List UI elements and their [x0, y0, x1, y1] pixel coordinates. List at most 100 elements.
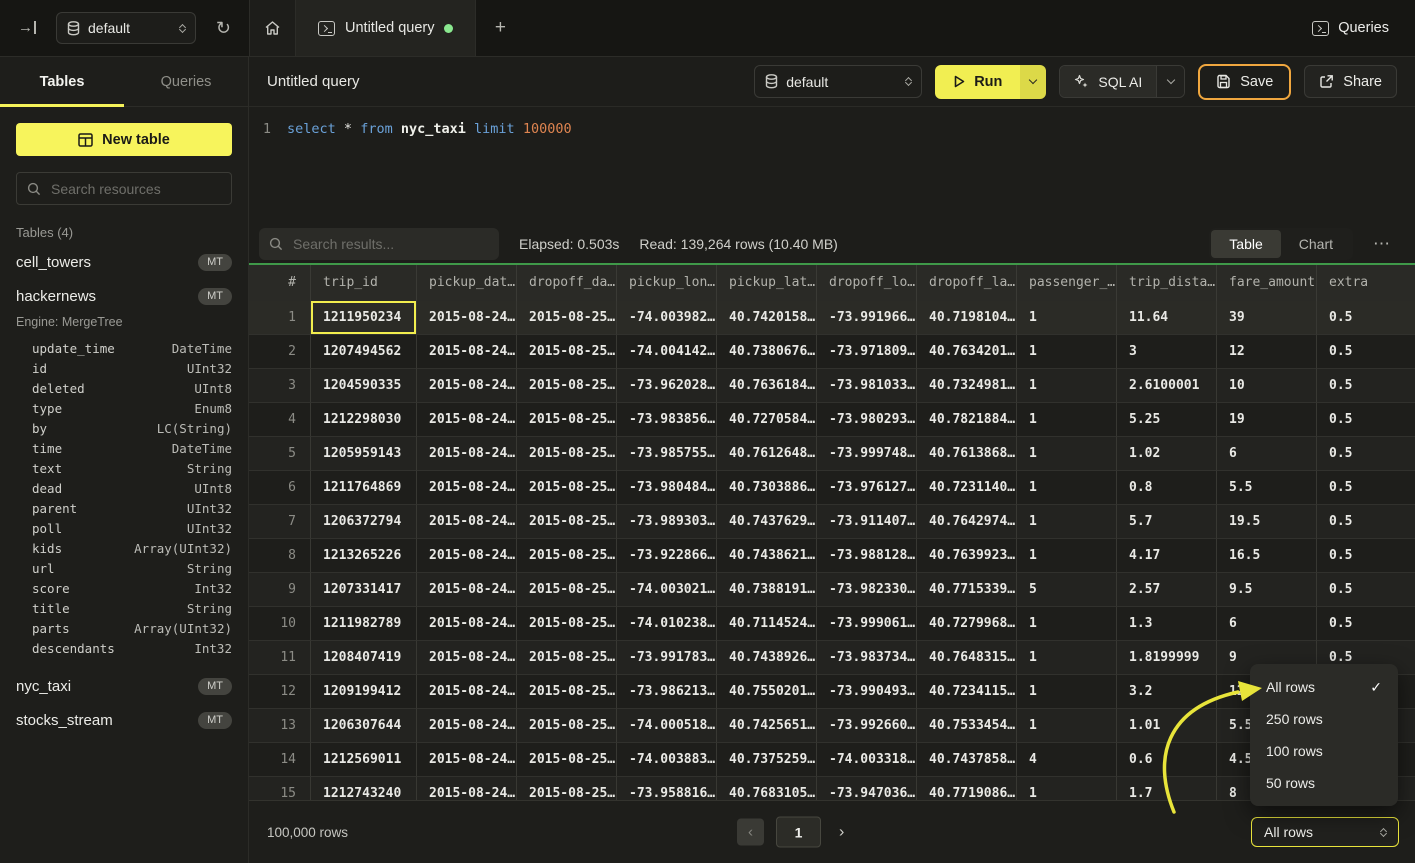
table-cell[interactable]: 0.5	[1317, 471, 1415, 505]
search-results-input[interactable]	[291, 235, 489, 253]
table-cell[interactable]: 1211982789	[311, 607, 417, 641]
table-cell[interactable]: 0.5	[1317, 335, 1415, 369]
more-options-button[interactable]: ⋯	[1367, 233, 1397, 255]
row-index-cell[interactable]: 7	[249, 505, 311, 539]
table-cell[interactable]: -73.991966…	[817, 301, 917, 335]
table-cell[interactable]: 2015-08-25…	[517, 709, 617, 743]
table-cell[interactable]: 0.5	[1317, 505, 1415, 539]
page-size-select[interactable]: All rows	[1251, 817, 1399, 847]
row-index-cell[interactable]: 5	[249, 437, 311, 471]
sidebar-item-nyc-taxi[interactable]: nyc_taxi MT	[0, 669, 248, 703]
column-header[interactable]: fare_amount	[1217, 265, 1317, 301]
prev-page-button[interactable]: ‹	[737, 819, 764, 846]
table-cell[interactable]: 40.7425651…	[717, 709, 817, 743]
sidebar-tab-tables[interactable]: Tables	[0, 57, 124, 106]
table-cell[interactable]: -73.991783…	[617, 641, 717, 675]
sidebar-item-cell-towers[interactable]: cell_towers MT	[0, 245, 248, 279]
table-cell[interactable]: -73.990493…	[817, 675, 917, 709]
sql-editor[interactable]: 1 select * from nyc_taxi limit 100000	[249, 107, 1415, 225]
table-cell[interactable]: -74.003318…	[817, 743, 917, 777]
table-cell[interactable]: -73.989303…	[617, 505, 717, 539]
table-cell[interactable]: -73.983856…	[617, 403, 717, 437]
table-cell[interactable]: 1.8199999	[1117, 641, 1217, 675]
table-cell[interactable]: -74.010238…	[617, 607, 717, 641]
column-entry[interactable]: idUInt32	[0, 359, 248, 379]
table-cell[interactable]: 1206307644	[311, 709, 417, 743]
column-entry[interactable]: byLC(String)	[0, 419, 248, 439]
table-cell[interactable]: 2015-08-25…	[517, 505, 617, 539]
column-entry[interactable]: urlString	[0, 559, 248, 579]
table-cell[interactable]: -74.003883…	[617, 743, 717, 777]
column-entry[interactable]: scoreInt32	[0, 579, 248, 599]
table-cell[interactable]: 1209199412	[311, 675, 417, 709]
table-cell[interactable]: 0.5	[1317, 539, 1415, 573]
table-cell[interactable]: 40.7715339…	[917, 573, 1017, 607]
table-cell[interactable]: 40.7279968…	[917, 607, 1017, 641]
table-cell[interactable]: 4.17	[1117, 539, 1217, 573]
table-cell[interactable]: 2.57	[1117, 573, 1217, 607]
search-resources-input[interactable]	[49, 180, 221, 198]
row-index-cell[interactable]: 1	[249, 301, 311, 335]
table-cell[interactable]: -73.985755…	[617, 437, 717, 471]
table-cell[interactable]: 0.5	[1317, 369, 1415, 403]
current-page[interactable]: 1	[776, 817, 821, 848]
table-cell[interactable]: 40.7303886…	[717, 471, 817, 505]
column-header[interactable]: pickup_lat…	[717, 265, 817, 301]
table-cell[interactable]: 10	[1217, 369, 1317, 403]
column-header[interactable]: pickup_lon…	[617, 265, 717, 301]
table-cell[interactable]: 5.25	[1117, 403, 1217, 437]
table-cell[interactable]: 2015-08-24…	[417, 743, 517, 777]
table-cell[interactable]: 0.8	[1117, 471, 1217, 505]
table-cell[interactable]: 1212298030	[311, 403, 417, 437]
table-cell[interactable]: 2015-08-24…	[417, 675, 517, 709]
table-cell[interactable]: 40.7642974…	[917, 505, 1017, 539]
column-entry[interactable]: deadUInt8	[0, 479, 248, 499]
column-header[interactable]: pickup_dat…	[417, 265, 517, 301]
table-cell[interactable]: 40.7550201…	[717, 675, 817, 709]
queries-topbar-button[interactable]: Queries	[1312, 20, 1389, 36]
home-tab-button[interactable]	[249, 0, 296, 56]
table-cell[interactable]: 0.5	[1317, 607, 1415, 641]
row-index-cell[interactable]: 12	[249, 675, 311, 709]
table-cell[interactable]: -73.922866…	[617, 539, 717, 573]
column-header[interactable]: dropoff_da…	[517, 265, 617, 301]
table-cell[interactable]: 19.5	[1217, 505, 1317, 539]
run-options-chevron[interactable]	[1020, 65, 1046, 99]
column-entry[interactable]: parentUInt32	[0, 499, 248, 519]
column-entry[interactable]: descendantsInt32	[0, 639, 248, 659]
table-cell[interactable]: 40.7612648…	[717, 437, 817, 471]
table-cell[interactable]: -73.986213…	[617, 675, 717, 709]
column-entry[interactable]: textString	[0, 459, 248, 479]
table-cell[interactable]: 1	[1017, 641, 1117, 675]
column-entry[interactable]: kidsArray(UInt32)	[0, 539, 248, 559]
table-cell[interactable]: 40.7438621…	[717, 539, 817, 573]
table-cell[interactable]: -73.988128…	[817, 539, 917, 573]
new-table-button[interactable]: New table	[16, 123, 232, 156]
table-cell[interactable]: 6	[1217, 607, 1317, 641]
column-entry[interactable]: deletedUInt8	[0, 379, 248, 399]
table-cell[interactable]: 1204590335	[311, 369, 417, 403]
table-cell[interactable]: 1211764869	[311, 471, 417, 505]
table-cell[interactable]: -73.971809…	[817, 335, 917, 369]
row-index-cell[interactable]: 6	[249, 471, 311, 505]
table-cell[interactable]: -74.003982…	[617, 301, 717, 335]
table-cell[interactable]: 2015-08-25…	[517, 403, 617, 437]
table-cell[interactable]: 1205959143	[311, 437, 417, 471]
table-cell[interactable]: 2015-08-24…	[417, 607, 517, 641]
table-cell[interactable]: 1	[1017, 403, 1117, 437]
column-entry[interactable]: update_timeDateTime	[0, 339, 248, 359]
table-cell[interactable]: -74.000518…	[617, 709, 717, 743]
table-cell[interactable]: 2.6100001	[1117, 369, 1217, 403]
table-cell[interactable]: -73.976127…	[817, 471, 917, 505]
table-cell[interactable]: 5.7	[1117, 505, 1217, 539]
table-cell[interactable]: 12	[1217, 335, 1317, 369]
row-index-cell[interactable]: 13	[249, 709, 311, 743]
table-cell[interactable]: -73.947036…	[817, 777, 917, 800]
table-cell[interactable]: 2015-08-24…	[417, 641, 517, 675]
view-toggle-table[interactable]: Table	[1211, 230, 1280, 258]
page-size-option[interactable]: 100 rows	[1250, 735, 1398, 767]
column-entry[interactable]: timeDateTime	[0, 439, 248, 459]
sql-ai-button[interactable]: SQL AI	[1059, 65, 1185, 98]
table-cell[interactable]: -73.980484…	[617, 471, 717, 505]
row-index-cell[interactable]: 15	[249, 777, 311, 800]
